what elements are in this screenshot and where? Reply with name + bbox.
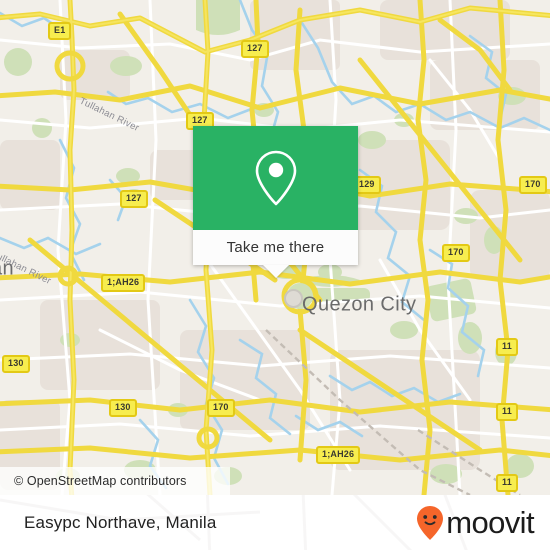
road-shield: 11: [496, 338, 518, 356]
take-me-there-button[interactable]: Take me there: [193, 230, 358, 265]
map-attribution: © OpenStreetMap contributors: [0, 467, 230, 495]
road-shield: 127: [241, 40, 269, 58]
location-title: Easypc Northave, Manila: [24, 512, 217, 532]
moovit-pin-smiley-icon: [417, 505, 444, 540]
road-shield: 11: [496, 403, 518, 421]
attribution-text: © OpenStreetMap contributors: [14, 474, 187, 488]
road-shield: 1;AH26: [316, 446, 361, 464]
road-shield: 1;AH26: [101, 274, 146, 292]
place-marker-dot: [284, 289, 303, 308]
road-shield: 127: [120, 190, 148, 208]
road-shield: E1: [48, 22, 72, 40]
road-shield: 170: [207, 399, 235, 417]
road-shield: 130: [2, 355, 30, 373]
map-screenshot: Quezon City an Tullahan River Tullahan R…: [0, 0, 550, 550]
road-shield: 170: [442, 244, 470, 262]
road-shield: 130: [109, 399, 137, 417]
map-pin-icon: [255, 150, 296, 206]
place-label-quezon-city: Quezon City: [302, 293, 417, 316]
moovit-wordmark: moovit: [446, 505, 534, 540]
location-popup-card[interactable]: Take me there: [193, 126, 358, 278]
popup-card-pointer: [262, 265, 289, 278]
take-me-there-label: Take me there: [226, 239, 325, 256]
road-shield: 170: [519, 176, 547, 194]
moovit-logo[interactable]: moovit: [415, 505, 535, 541]
footer-bar: Easypc Northave, Manila moovit: [0, 495, 550, 550]
road-shield: 11: [496, 474, 518, 492]
popup-card-header: [193, 126, 358, 230]
